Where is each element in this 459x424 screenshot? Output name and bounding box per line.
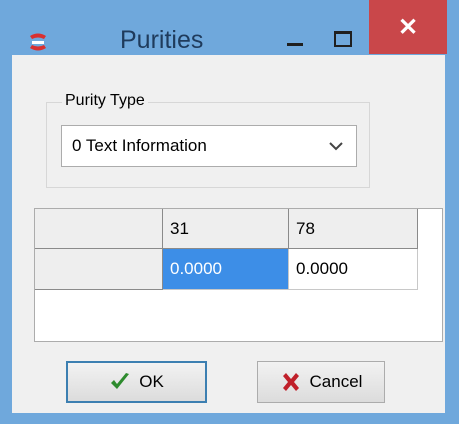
- check-icon: [111, 373, 130, 389]
- chevron-down-icon[interactable]: [316, 126, 356, 166]
- purity-type-label: Purity Type: [62, 92, 148, 110]
- ok-button[interactable]: OK: [66, 361, 207, 403]
- purity-type-value: 0 Text Information: [72, 136, 207, 155]
- purity-type-select[interactable]: 0 Text Information: [61, 125, 357, 167]
- cancel-label: Cancel: [309, 372, 363, 391]
- purities-grid[interactable]: 31 78 0.0000 0.0000: [34, 208, 443, 342]
- grid-corner-cell: [35, 209, 163, 249]
- grid-cell-78[interactable]: 0.0000: [289, 249, 418, 290]
- ok-label: OK: [139, 372, 164, 391]
- window-title: Purities: [120, 26, 204, 54]
- app-icon: [30, 33, 46, 51]
- minimize-button[interactable]: [276, 22, 314, 58]
- purities-dialog: Purities ✕ Purity Type 0 Text Informatio…: [0, 0, 459, 424]
- maximize-button[interactable]: [322, 22, 360, 58]
- close-icon: ✕: [397, 13, 419, 41]
- cancel-button[interactable]: Cancel: [257, 361, 385, 403]
- grid-row-header[interactable]: [35, 249, 163, 290]
- grid-cell-31[interactable]: 0.0000: [163, 249, 289, 290]
- grid-col-header-78[interactable]: 78: [289, 209, 418, 249]
- grid-col-header-31[interactable]: 31: [163, 209, 289, 249]
- close-button[interactable]: ✕: [369, 0, 447, 54]
- x-icon: [282, 373, 299, 391]
